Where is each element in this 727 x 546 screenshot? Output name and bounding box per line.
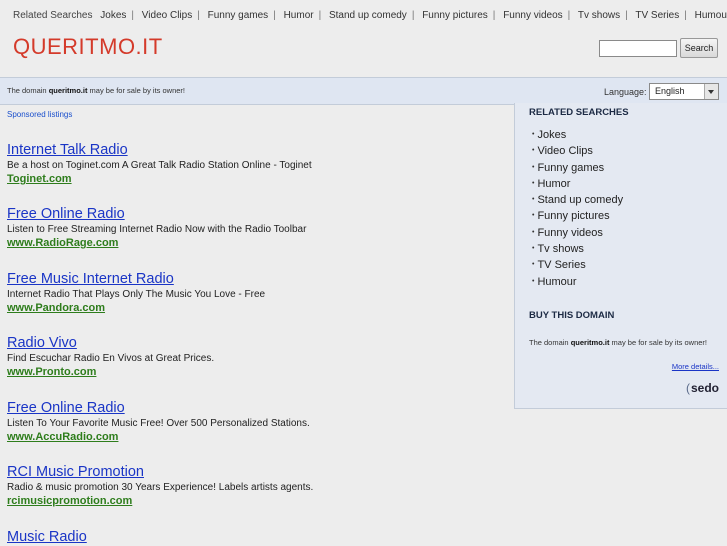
search-button[interactable]: Search [680, 38, 718, 58]
listing-desc: Listen To Your Favorite Music Free! Over… [7, 418, 310, 429]
listing-url[interactable]: www.AccuRadio.com [7, 430, 507, 444]
related-searches-list: • Jokes • Video Clips • Funny games • Humor … [532, 127, 623, 290]
search-input[interactable] [599, 40, 677, 57]
bullet-icon: • [532, 147, 535, 155]
listing: Music Radio [7, 529, 507, 546]
listing-url[interactable]: rcimusicpromotion.com [7, 494, 507, 508]
related-item[interactable]: • Video Clips [532, 143, 623, 159]
top-link-funny-videos[interactable]: Funny videos [503, 10, 562, 21]
related-item[interactable]: • Humor [532, 176, 623, 192]
domain-name: queritmo.it [48, 86, 88, 95]
listing: Free Music Internet Radio Internet Radio… [7, 271, 507, 315]
related-searches-title: RELATED SEARCHES [529, 107, 629, 118]
site-logo[interactable]: QUERITMO.IT [13, 34, 163, 60]
listing-desc: Internet Radio That Plays Only The Music… [7, 289, 266, 300]
related-item[interactable]: • Funny pictures [532, 208, 623, 224]
domain-sale-bar: The domain queritmo.it may be for sale b… [0, 77, 727, 105]
top-related-label: Related Searches [13, 10, 93, 21]
related-item[interactable]: • Jokes [532, 127, 623, 143]
related-item[interactable]: • Funny games [532, 160, 623, 176]
top-link-tv-series[interactable]: TV Series [635, 10, 679, 21]
listing: Internet Talk Radio Be a host on Toginet… [7, 142, 507, 186]
domain-sale-message: The domain queritmo.it may be for sale b… [7, 86, 185, 95]
related-item[interactable]: • Humour [532, 274, 623, 290]
listing-desc: Find Escuchar Radio En Vivos at Great Pr… [7, 353, 215, 364]
listing: Free Online Radio Listen to Free Streami… [7, 206, 507, 250]
buy-domain-message: The domain queritmo.it may be for sale b… [529, 338, 707, 347]
buy-domain-title: BUY THIS DOMAIN [529, 310, 615, 321]
sedo-logo[interactable]: (sedo [686, 381, 719, 395]
bullet-icon: • [532, 261, 535, 269]
listing-desc: Radio & music promotion 30 Years Experie… [7, 482, 314, 493]
top-link-jokes[interactable]: Jokes [100, 10, 126, 21]
top-related-bar: Related Searches Jokes | Video Clips | Fun… [13, 10, 727, 24]
bullet-icon: • [532, 163, 535, 171]
listing-url[interactable]: www.Pandora.com [7, 301, 507, 315]
top-link-video-clips[interactable]: Video Clips [142, 10, 192, 21]
bullet-icon: • [532, 131, 535, 138]
listing-title[interactable]: Internet Talk Radio [7, 142, 507, 159]
listing-title[interactable]: Free Music Internet Radio [7, 271, 507, 288]
language-label: Language: [604, 87, 647, 97]
top-link-humour[interactable]: Humour [695, 10, 727, 21]
listing: Free Online Radio Listen To Your Favorit… [7, 400, 507, 444]
top-link-funny-games[interactable]: Funny games [208, 10, 269, 21]
top-link-humor[interactable]: Humor [284, 10, 314, 21]
top-link-tv-shows[interactable]: Tv shows [578, 10, 620, 21]
more-details-link[interactable]: More details... [672, 362, 719, 371]
listing: RCI Music Promotion Radio & music promot… [7, 464, 507, 508]
related-item[interactable]: • Tv shows [532, 241, 623, 257]
listing-title[interactable]: Free Online Radio [7, 206, 507, 223]
bullet-icon: • [532, 277, 535, 285]
bullet-icon: • [532, 245, 535, 253]
bullet-icon: • [532, 196, 535, 204]
buy-domain-name: queritmo.it [570, 338, 610, 347]
listing-title[interactable]: RCI Music Promotion [7, 464, 507, 481]
sedo-arc-icon: ( [685, 381, 690, 395]
top-link-stand-up-comedy[interactable]: Stand up comedy [329, 10, 407, 21]
listing-title[interactable]: Free Online Radio [7, 400, 507, 417]
language-selected: English [655, 86, 685, 96]
listing-title[interactable]: Music Radio [7, 529, 507, 546]
top-link-funny-pictures[interactable]: Funny pictures [422, 10, 488, 21]
listing-desc: Listen to Free Streaming Internet Radio … [7, 224, 307, 235]
bullet-icon: • [532, 228, 535, 236]
listing-url[interactable]: www.RadioRage.com [7, 236, 507, 250]
bullet-icon: • [532, 179, 535, 187]
related-item[interactable]: • Funny videos [532, 225, 623, 241]
listing-desc: Be a host on Toginet.com A Great Talk Ra… [7, 160, 312, 171]
chevron-down-icon[interactable] [704, 84, 718, 99]
related-item[interactable]: • TV Series [532, 257, 623, 273]
language-select[interactable]: English [649, 83, 719, 100]
sidebar: RELATED SEARCHES • Jokes • Video Clips • Fu… [514, 103, 727, 409]
bullet-icon: • [532, 212, 535, 220]
sponsored-label: Sponsored listings [7, 110, 73, 119]
listing: Radio Vivo Find Escuchar Radio En Vivos … [7, 335, 507, 379]
listing-url[interactable]: www.Pronto.com [7, 365, 507, 379]
listing-title[interactable]: Radio Vivo [7, 335, 507, 352]
related-item[interactable]: • Stand up comedy [532, 192, 623, 208]
listing-url[interactable]: Toginet.com [7, 172, 507, 186]
